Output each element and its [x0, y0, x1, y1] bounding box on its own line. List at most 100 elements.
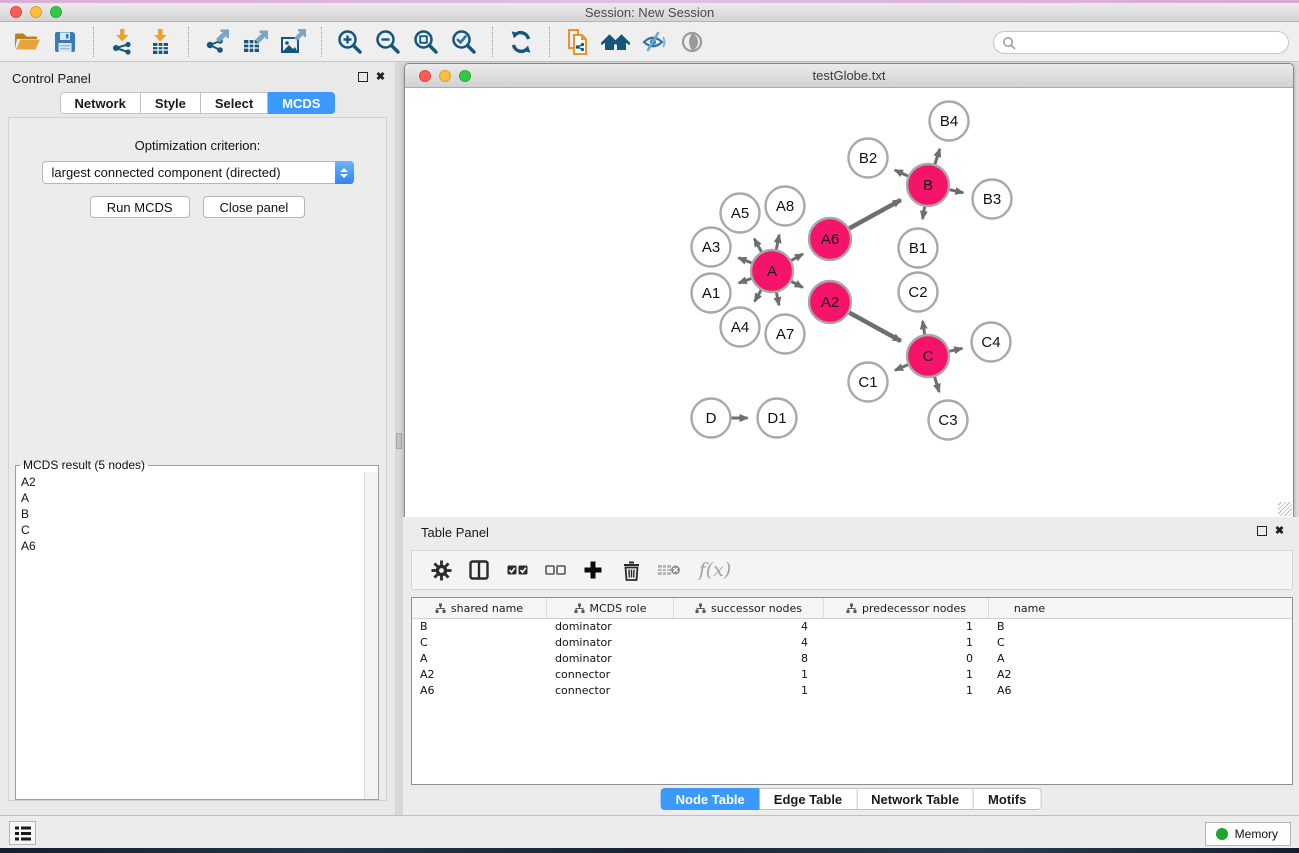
graph-node-C1[interactable]: C1 — [849, 363, 888, 402]
graph-node-B3[interactable]: B3 — [973, 180, 1012, 219]
network-close-button[interactable] — [419, 70, 431, 82]
graph-node-B[interactable]: B — [907, 164, 949, 206]
close-window-button[interactable] — [10, 6, 22, 18]
panel-split-divider[interactable] — [395, 62, 403, 815]
tab-network[interactable]: Network — [60, 92, 141, 114]
table-row[interactable]: Adominator80A — [412, 651, 1292, 667]
minimize-window-button[interactable] — [30, 6, 42, 18]
table-row[interactable]: Cdominator41C — [412, 635, 1292, 651]
task-history-button[interactable] — [9, 821, 36, 845]
export-network-button[interactable] — [201, 26, 233, 58]
table-tab-node-table[interactable]: Node Table — [661, 788, 760, 810]
zoom-in-button[interactable] — [334, 26, 366, 58]
graph-node-A2[interactable]: A2 — [809, 281, 851, 323]
column-header-successor-nodes[interactable]: successor nodes — [674, 598, 824, 618]
save-session-button[interactable] — [49, 26, 81, 58]
deselect-all-checkboxes-button[interactable] — [540, 555, 570, 585]
zoom-fit-button[interactable] — [410, 26, 442, 58]
criterion-dropdown[interactable]: largest connected component (directed) — [42, 161, 354, 184]
delete-table-button[interactable] — [654, 555, 684, 585]
graph-node-B2[interactable]: B2 — [849, 139, 888, 178]
table-close-button[interactable]: ✖ — [1273, 524, 1286, 537]
column-header-predecessor-nodes[interactable]: predecessor nodes — [824, 598, 989, 618]
mcds-result-list[interactable]: A2ABCA6 — [17, 474, 363, 798]
add-column-button[interactable] — [578, 555, 608, 585]
close-panel-action-button[interactable]: Close panel — [203, 196, 306, 218]
float-panel-button[interactable] — [356, 70, 369, 83]
graph-node-A7[interactable]: A7 — [766, 315, 805, 354]
graph-node-C[interactable]: C — [907, 335, 949, 377]
main-titlebar[interactable]: Session: New Session — [0, 3, 1299, 22]
search-input[interactable] — [1016, 36, 1280, 50]
export-table-button[interactable] — [239, 26, 271, 58]
graph-node-C3[interactable]: C3 — [929, 401, 968, 440]
svg-text:C3: C3 — [938, 412, 957, 429]
table-tab-edge-table[interactable]: Edge Table — [760, 788, 857, 810]
svg-text:A5: A5 — [731, 205, 749, 222]
zoom-in-icon — [336, 28, 364, 56]
table-row[interactable]: Bdominator41B — [412, 619, 1292, 635]
open-session-button[interactable] — [11, 26, 43, 58]
graph-node-B1[interactable]: B1 — [899, 229, 938, 268]
import-network-button[interactable] — [106, 26, 138, 58]
result-item[interactable]: A2 — [17, 474, 363, 490]
clone-network-button[interactable] — [562, 26, 594, 58]
maximize-window-button[interactable] — [50, 6, 62, 18]
svg-text:D1: D1 — [767, 410, 786, 427]
network-window-titlebar[interactable]: testGlobe.txt — [405, 64, 1293, 88]
table-settings-button[interactable] — [426, 555, 456, 585]
table-tab-motifs[interactable]: Motifs — [974, 788, 1041, 810]
table-float-button[interactable] — [1255, 524, 1268, 537]
graph-node-A[interactable]: A — [751, 250, 793, 292]
graph-node-C2[interactable]: C2 — [899, 273, 938, 312]
graph-node-B4[interactable]: B4 — [930, 102, 969, 141]
result-scrollbar[interactable] — [364, 472, 378, 799]
graph-node-D1[interactable]: D1 — [758, 399, 797, 438]
refresh-layout-button[interactable] — [505, 26, 537, 58]
graph-node-A5[interactable]: A5 — [721, 194, 760, 233]
hide-panels-button[interactable] — [638, 26, 670, 58]
delete-columns-button[interactable] — [616, 555, 646, 585]
import-table-button[interactable] — [144, 26, 176, 58]
toggle-split-view-button[interactable] — [464, 555, 494, 585]
graph-node-A6[interactable]: A6 — [809, 218, 851, 260]
tab-select[interactable]: Select — [201, 92, 268, 114]
graph-node-A8[interactable]: A8 — [766, 187, 805, 226]
graph-node-C4[interactable]: C4 — [972, 323, 1011, 362]
result-item[interactable]: B — [17, 506, 363, 522]
graph-node-D[interactable]: D — [692, 399, 731, 438]
home-view-button[interactable] — [600, 26, 632, 58]
network-minimize-button[interactable] — [439, 70, 451, 82]
zoom-out-button[interactable] — [372, 26, 404, 58]
graph-node-A4[interactable]: A4 — [721, 308, 760, 347]
close-panel-button[interactable]: ✖ — [374, 70, 387, 83]
column-header-MCDS-role[interactable]: MCDS role — [547, 598, 674, 618]
network-maximize-button[interactable] — [459, 70, 471, 82]
run-mcds-button[interactable]: Run MCDS — [90, 196, 190, 218]
table-tab-network-table[interactable]: Network Table — [857, 788, 974, 810]
network-canvas[interactable]: B4 B2 B B3 B1 A5 A8 A6 A3 A A1 A2 C2 A4A7 C4 C C1 C3 D D1 — [405, 88, 1293, 517]
export-image-button[interactable] — [277, 26, 309, 58]
search-field[interactable] — [993, 31, 1289, 54]
column-header-shared-name[interactable]: shared name — [412, 598, 547, 618]
zoom-selected-button[interactable] — [448, 26, 480, 58]
graph-node-A1[interactable]: A1 — [692, 274, 731, 313]
network-view-window[interactable]: testGlobe.txt B4 B2 B B3 B1 A5 A8 A6 A3 A A1 A2 C2 A4… — [404, 63, 1294, 518]
result-item[interactable]: A6 — [17, 538, 363, 554]
svg-text:A8: A8 — [776, 198, 794, 215]
divider-handle-icon[interactable] — [396, 433, 402, 449]
tab-style[interactable]: Style — [141, 92, 201, 114]
graph-node-A3[interactable]: A3 — [692, 228, 731, 267]
resize-grip-icon[interactable] — [1278, 502, 1292, 516]
result-item[interactable]: C — [17, 522, 363, 538]
table-row[interactable]: A6connector11A6 — [412, 683, 1292, 699]
tab-mcds[interactable]: MCDS — [268, 92, 335, 114]
select-all-checkboxes-button[interactable] — [502, 555, 532, 585]
table-cell: 4 — [674, 619, 824, 635]
table-row[interactable]: A2connector11A2 — [412, 667, 1292, 683]
show-panels-button[interactable] — [676, 26, 708, 58]
result-item[interactable]: A — [17, 490, 363, 506]
memory-status-button[interactable]: Memory — [1205, 822, 1291, 846]
function-builder-button[interactable]: f(x) — [692, 555, 738, 585]
column-header-name[interactable]: name — [989, 598, 1070, 618]
